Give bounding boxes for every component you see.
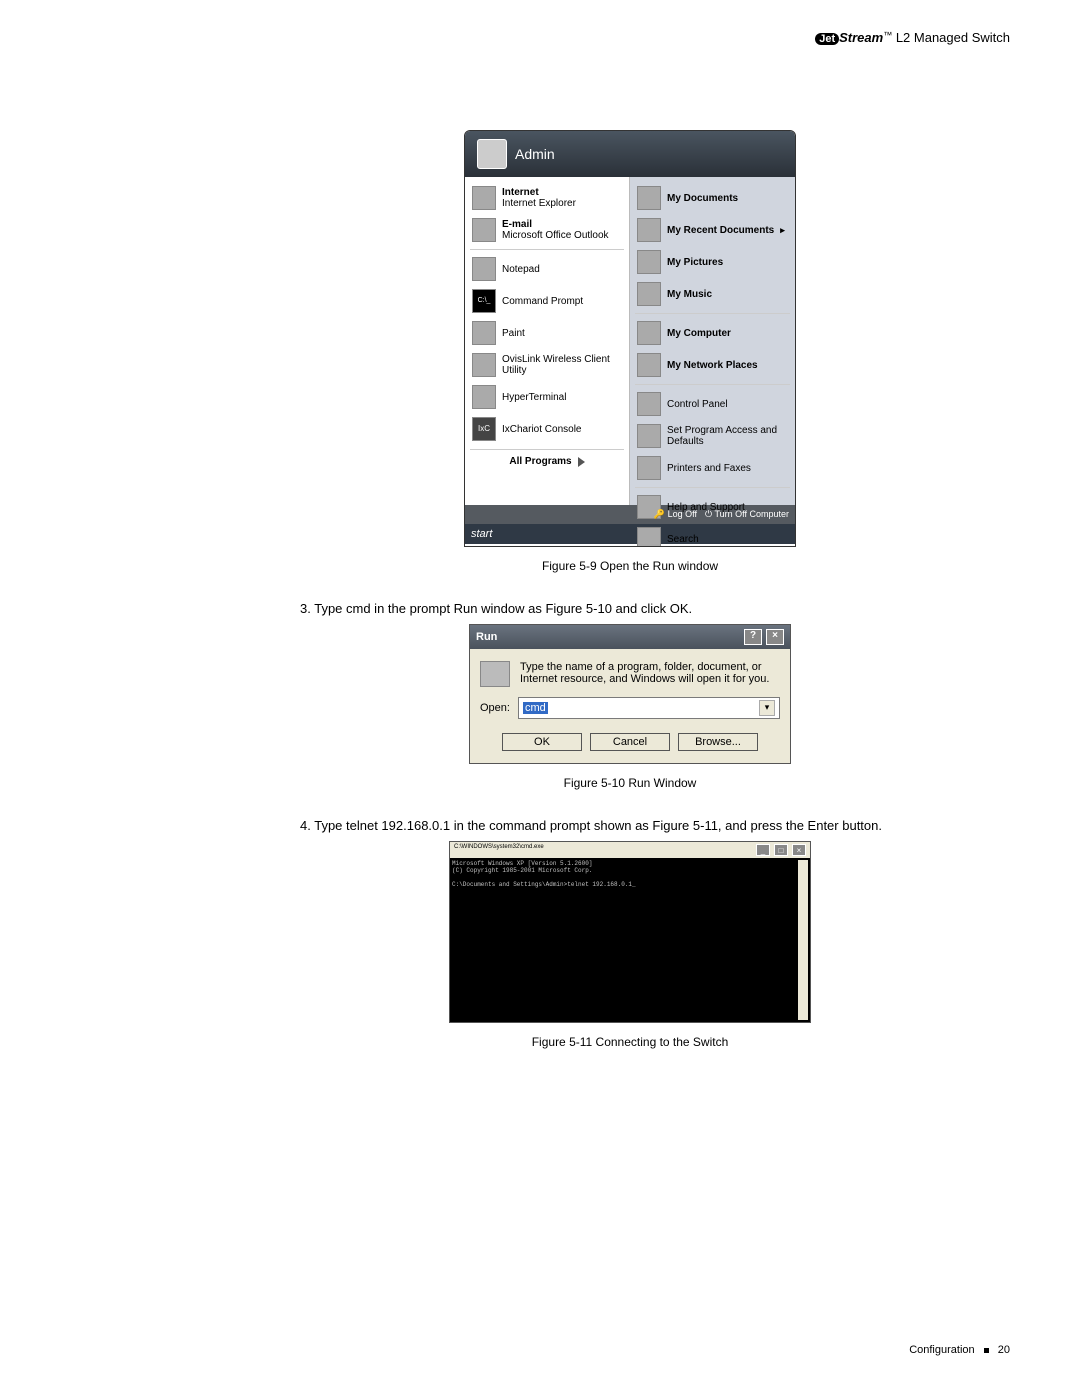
menu-item-internet[interactable]: Internet Internet Explorer (470, 182, 624, 214)
cmd-window-figure: C:\WINDOWS\system32\cmd.exe _ □ × Micros… (449, 841, 811, 1023)
run-input-field[interactable]: cmd ▾ (518, 697, 780, 719)
menu-item-mydocs[interactable]: My Documents (635, 182, 790, 214)
menu-item-hyperterminal[interactable]: HyperTerminal (470, 381, 624, 413)
jet-logo: Jet (815, 33, 839, 45)
figure-5-9-caption: Figure 5-9 Open the Run window (300, 559, 960, 573)
ixchariot-icon: IxC (472, 417, 496, 441)
turn-off-button[interactable]: ⏻ Turn Off Computer (705, 509, 789, 520)
hyperterminal-icon (472, 385, 496, 409)
folder-icon (637, 218, 661, 242)
arrow-right-icon (578, 457, 585, 467)
menu-item-ixchariot[interactable]: IxC IxChariot Console (470, 413, 624, 445)
brand-name: Stream (839, 30, 883, 45)
menu-item-progaccess[interactable]: Set Program Access and Defaults (635, 420, 790, 452)
minimize-button[interactable]: _ (756, 844, 770, 856)
footer-section: Configuration (909, 1344, 974, 1356)
run-dialog-figure: Run ? × Type the name of a program, fold… (469, 624, 791, 764)
ok-button[interactable]: OK (502, 733, 582, 751)
start-menu-right-panel: My Documents My Recent Documents ▸ My Pi… (630, 177, 795, 505)
folder-icon (637, 282, 661, 306)
computer-icon (637, 321, 661, 345)
dropdown-arrow-icon[interactable]: ▾ (759, 700, 775, 716)
menu-item-cmd[interactable]: C:\_ Command Prompt (470, 285, 624, 317)
internet-icon (472, 186, 496, 210)
poweroff-icon: ⏻ (705, 509, 712, 519)
figure-5-11-caption: Figure 5-11 Connecting to the Switch (300, 1035, 960, 1049)
menu-item-mycomputer[interactable]: My Computer (635, 317, 790, 349)
step-3-text: 3. Type cmd in the prompt Run window as … (300, 601, 960, 616)
controlpanel-icon (637, 392, 661, 416)
menu-item-network[interactable]: My Network Places (635, 349, 790, 381)
ovislink-icon (472, 353, 496, 377)
menu-item-email[interactable]: E-mail Microsoft Office Outlook (470, 214, 624, 246)
header-product: JetStream™ L2 Managed Switch (815, 30, 1010, 45)
cmd-icon: C:\_ (472, 289, 496, 313)
start-button-label: start (471, 528, 492, 540)
menu-item-search[interactable]: Search (635, 523, 790, 547)
page-footer: Configuration 20 (909, 1344, 1010, 1356)
menu-item-controlpanel[interactable]: Control Panel (635, 388, 790, 420)
step-4-text: 4. Type telnet 192.168.0.1 in the comman… (300, 818, 960, 833)
run-input-value: cmd (523, 702, 548, 714)
admin-label: Admin (515, 146, 555, 162)
menu-item-printers[interactable]: Printers and Faxes (635, 452, 790, 484)
footer-page-number: 20 (998, 1344, 1010, 1356)
logoff-icon: 🔑 (654, 509, 665, 519)
browse-button[interactable]: Browse... (678, 733, 758, 751)
cmd-titlebar: C:\WINDOWS\system32\cmd.exe _ □ × (450, 842, 810, 858)
paint-icon (472, 321, 496, 345)
menu-item-music[interactable]: My Music (635, 278, 790, 310)
start-menu-figure: Admin Internet Internet Explorer E-ma (464, 130, 796, 547)
close-title-button[interactable]: × (766, 629, 784, 645)
all-programs-button[interactable]: All Programs (470, 449, 624, 473)
open-label: Open: (480, 702, 510, 714)
run-dialog-icon (480, 661, 510, 687)
close-button[interactable]: × (792, 844, 806, 856)
menu-item-ovislink[interactable]: OvisLink Wireless Client Utility (470, 349, 624, 381)
menu-item-notepad[interactable]: Notepad (470, 253, 624, 285)
cmd-title-label: C:\WINDOWS\system32\cmd.exe (454, 844, 544, 856)
help-title-button[interactable]: ? (744, 629, 762, 645)
run-dialog-titlebar: Run ? × (470, 625, 790, 649)
figure-5-10-caption: Figure 5-10 Run Window (300, 776, 960, 790)
folder-icon (637, 186, 661, 210)
start-menu-header: Admin (465, 131, 795, 177)
menu-item-paint[interactable]: Paint (470, 317, 624, 349)
admin-avatar-icon (477, 139, 507, 169)
run-description: Type the name of a program, folder, docu… (520, 661, 780, 687)
menu-item-recent[interactable]: My Recent Documents ▸ (635, 214, 790, 246)
progaccess-icon (637, 424, 661, 448)
folder-icon (637, 250, 661, 274)
maximize-button[interactable]: □ (774, 844, 788, 856)
footer-bullet-icon (984, 1348, 989, 1353)
printer-icon (637, 456, 661, 480)
run-title-label: Run (476, 631, 497, 643)
cancel-button[interactable]: Cancel (590, 733, 670, 751)
cmd-output[interactable]: Microsoft Windows XP [Version 5.1.2600] … (452, 860, 798, 1020)
start-menu-left-panel: Internet Internet Explorer E-mail Micros… (465, 177, 630, 505)
scrollbar[interactable] (798, 860, 808, 1020)
network-icon (637, 353, 661, 377)
submenu-arrow-icon: ▸ (780, 225, 785, 236)
log-off-button[interactable]: 🔑 Log Off (654, 509, 697, 520)
menu-item-pictures[interactable]: My Pictures (635, 246, 790, 278)
notepad-icon (472, 257, 496, 281)
search-icon (637, 527, 661, 547)
email-icon (472, 218, 496, 242)
